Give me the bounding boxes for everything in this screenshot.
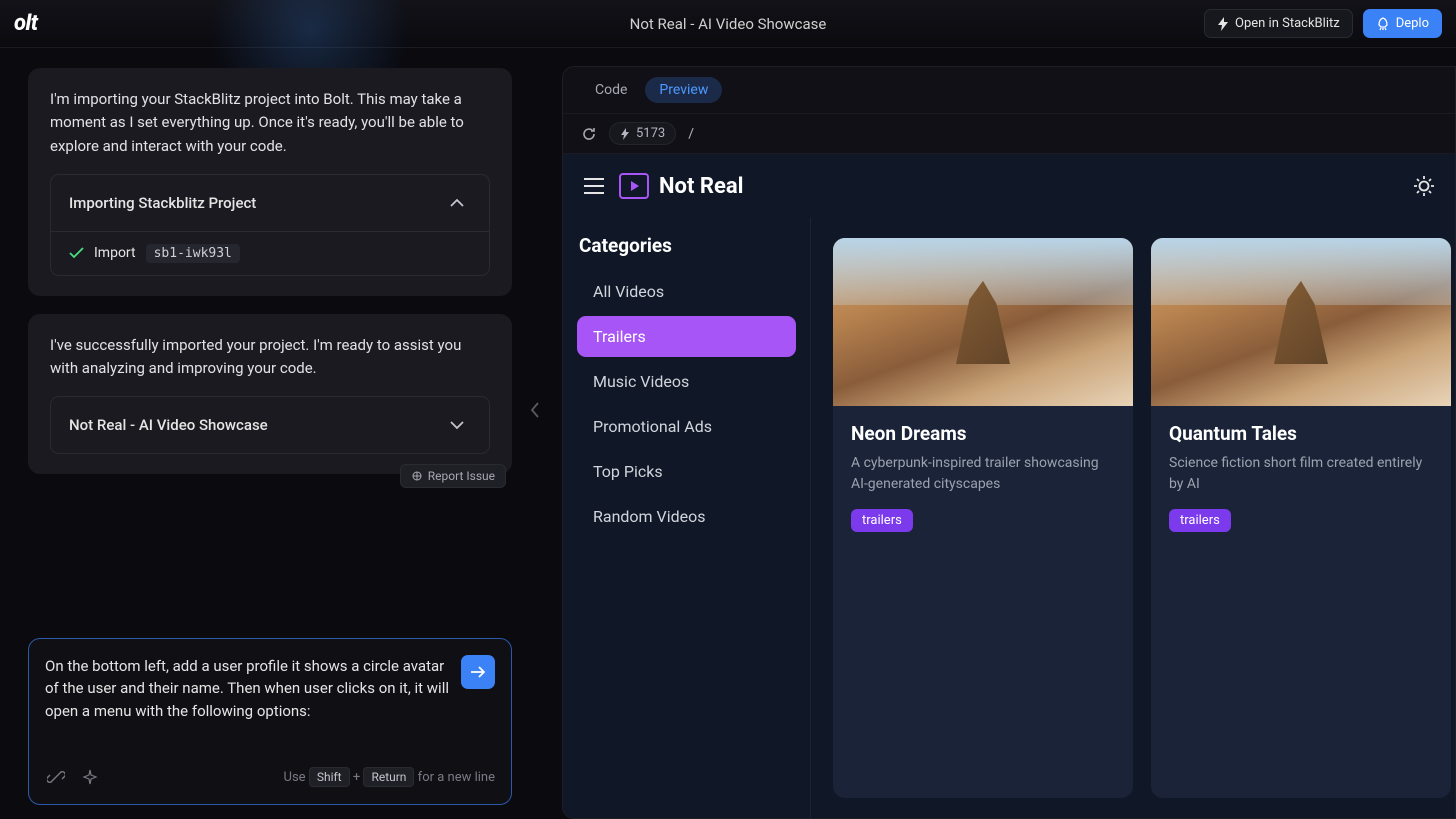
categories-sidebar: Categories All Videos Trailers Music Vid… bbox=[563, 218, 811, 818]
app-name: Not Real bbox=[659, 174, 743, 199]
port-number: 5173 bbox=[636, 126, 665, 141]
video-grid: Neon Dreams A cyberpunk-inspired trailer… bbox=[811, 218, 1455, 818]
chat-input-text[interactable]: On the bottom left, add a user profile i… bbox=[45, 655, 449, 723]
reload-button[interactable] bbox=[581, 126, 597, 142]
collapse-panel-button[interactable] bbox=[530, 402, 540, 418]
open-stackblitz-button[interactable]: Open in StackBlitz bbox=[1204, 9, 1353, 38]
preview-tabs: Code Preview bbox=[563, 67, 1455, 113]
bug-icon bbox=[411, 470, 423, 482]
category-random-videos[interactable]: Random Videos bbox=[577, 496, 796, 537]
tab-preview[interactable]: Preview bbox=[645, 77, 722, 103]
import-card-body: Import sb1-iwk93l bbox=[51, 232, 489, 275]
arrow-right-icon bbox=[470, 665, 486, 679]
page-title: Not Real - AI Video Showcase bbox=[630, 15, 827, 33]
send-button[interactable] bbox=[461, 655, 495, 689]
input-hint: Use Shift + Return for a new line bbox=[284, 770, 495, 785]
project-card: Not Real - AI Video Showcase bbox=[50, 396, 490, 454]
video-card[interactable]: Neon Dreams A cyberpunk-inspired trailer… bbox=[833, 238, 1133, 798]
import-label: Import bbox=[94, 245, 136, 261]
assistant-message-2: I've successfully imported your project.… bbox=[28, 314, 512, 475]
theme-toggle-button[interactable] bbox=[1413, 175, 1435, 197]
menu-icon bbox=[583, 177, 605, 195]
tab-code[interactable]: Code bbox=[581, 77, 641, 103]
check-icon bbox=[69, 247, 84, 259]
url-path[interactable]: / bbox=[688, 126, 694, 142]
app-logo-icon bbox=[619, 173, 649, 199]
return-key: Return bbox=[363, 767, 414, 787]
sun-icon bbox=[1413, 175, 1435, 197]
import-card-title: Importing Stackblitz Project bbox=[69, 194, 256, 212]
import-card-header[interactable]: Importing Stackblitz Project bbox=[51, 175, 489, 232]
categories-heading: Categories bbox=[577, 234, 796, 257]
main-area: I'm importing your StackBlitz project in… bbox=[0, 48, 1456, 819]
input-footer: Use Shift + Return for a new line bbox=[45, 766, 495, 788]
video-tag[interactable]: trailers bbox=[851, 509, 913, 532]
bolt-logo: olt bbox=[14, 11, 38, 36]
preview-frame: Code Preview 5173 / bbox=[562, 66, 1456, 819]
report-issue-button[interactable]: Report Issue bbox=[400, 464, 506, 488]
video-description: A cyberpunk-inspired trailer showcasing … bbox=[851, 453, 1115, 495]
top-actions: Open in StackBlitz Deplo bbox=[1204, 9, 1442, 38]
project-card-title: Not Real - AI Video Showcase bbox=[69, 416, 268, 434]
video-thumbnail bbox=[833, 238, 1133, 406]
project-card-header[interactable]: Not Real - AI Video Showcase bbox=[51, 397, 489, 453]
message-text: I'm importing your StackBlitz project in… bbox=[50, 88, 490, 158]
shift-key: Shift bbox=[309, 767, 350, 787]
deploy-label: Deplo bbox=[1396, 16, 1429, 31]
chat-column: I'm importing your StackBlitz project in… bbox=[0, 48, 526, 819]
import-card: Importing Stackblitz Project Import sb1-… bbox=[50, 174, 490, 276]
video-tag[interactable]: trailers bbox=[1169, 509, 1231, 532]
bolt-icon bbox=[620, 128, 630, 140]
preview-column: Code Preview 5173 / bbox=[526, 48, 1456, 819]
app-body: Categories All Videos Trailers Music Vid… bbox=[563, 218, 1455, 818]
open-stackblitz-label: Open in StackBlitz bbox=[1235, 16, 1340, 31]
video-description: Science fiction short film created entir… bbox=[1169, 453, 1433, 495]
video-title: Neon Dreams bbox=[851, 422, 1115, 445]
top-bar: olt Not Real - AI Video Showcase Open in… bbox=[0, 0, 1456, 48]
message-text: I've successfully imported your project.… bbox=[50, 334, 490, 381]
video-card[interactable]: Quantum Tales Science fiction short film… bbox=[1151, 238, 1451, 798]
app-logo: Not Real bbox=[619, 173, 743, 199]
import-code: sb1-iwk93l bbox=[146, 244, 240, 263]
deploy-button[interactable]: Deplo bbox=[1363, 9, 1442, 38]
video-title: Quantum Tales bbox=[1169, 422, 1433, 445]
chevron-left-icon bbox=[530, 402, 540, 418]
bolt-icon bbox=[1217, 17, 1229, 31]
reload-icon bbox=[581, 126, 597, 142]
rocket-icon bbox=[1376, 17, 1390, 31]
category-all-videos[interactable]: All Videos bbox=[577, 271, 796, 312]
category-trailers[interactable]: Trailers bbox=[577, 316, 796, 357]
category-music-videos[interactable]: Music Videos bbox=[577, 361, 796, 402]
category-top-picks[interactable]: Top Picks bbox=[577, 451, 796, 492]
video-thumbnail bbox=[1151, 238, 1451, 406]
menu-button[interactable] bbox=[583, 177, 605, 195]
app-preview: Not Real Categories All Videos Trailers … bbox=[563, 154, 1455, 818]
sparkle-icon[interactable] bbox=[79, 766, 101, 788]
chevron-up-icon[interactable] bbox=[443, 189, 471, 217]
app-header: Not Real bbox=[563, 154, 1455, 218]
port-chip[interactable]: 5173 bbox=[609, 122, 676, 145]
chevron-down-icon[interactable] bbox=[443, 411, 471, 439]
category-promotional-ads[interactable]: Promotional Ads bbox=[577, 406, 796, 447]
link-icon[interactable] bbox=[45, 766, 67, 788]
report-issue-label: Report Issue bbox=[428, 469, 495, 483]
address-bar: 5173 / bbox=[563, 113, 1455, 154]
chat-input[interactable]: On the bottom left, add a user profile i… bbox=[28, 638, 512, 806]
assistant-message-1: I'm importing your StackBlitz project in… bbox=[28, 68, 512, 296]
